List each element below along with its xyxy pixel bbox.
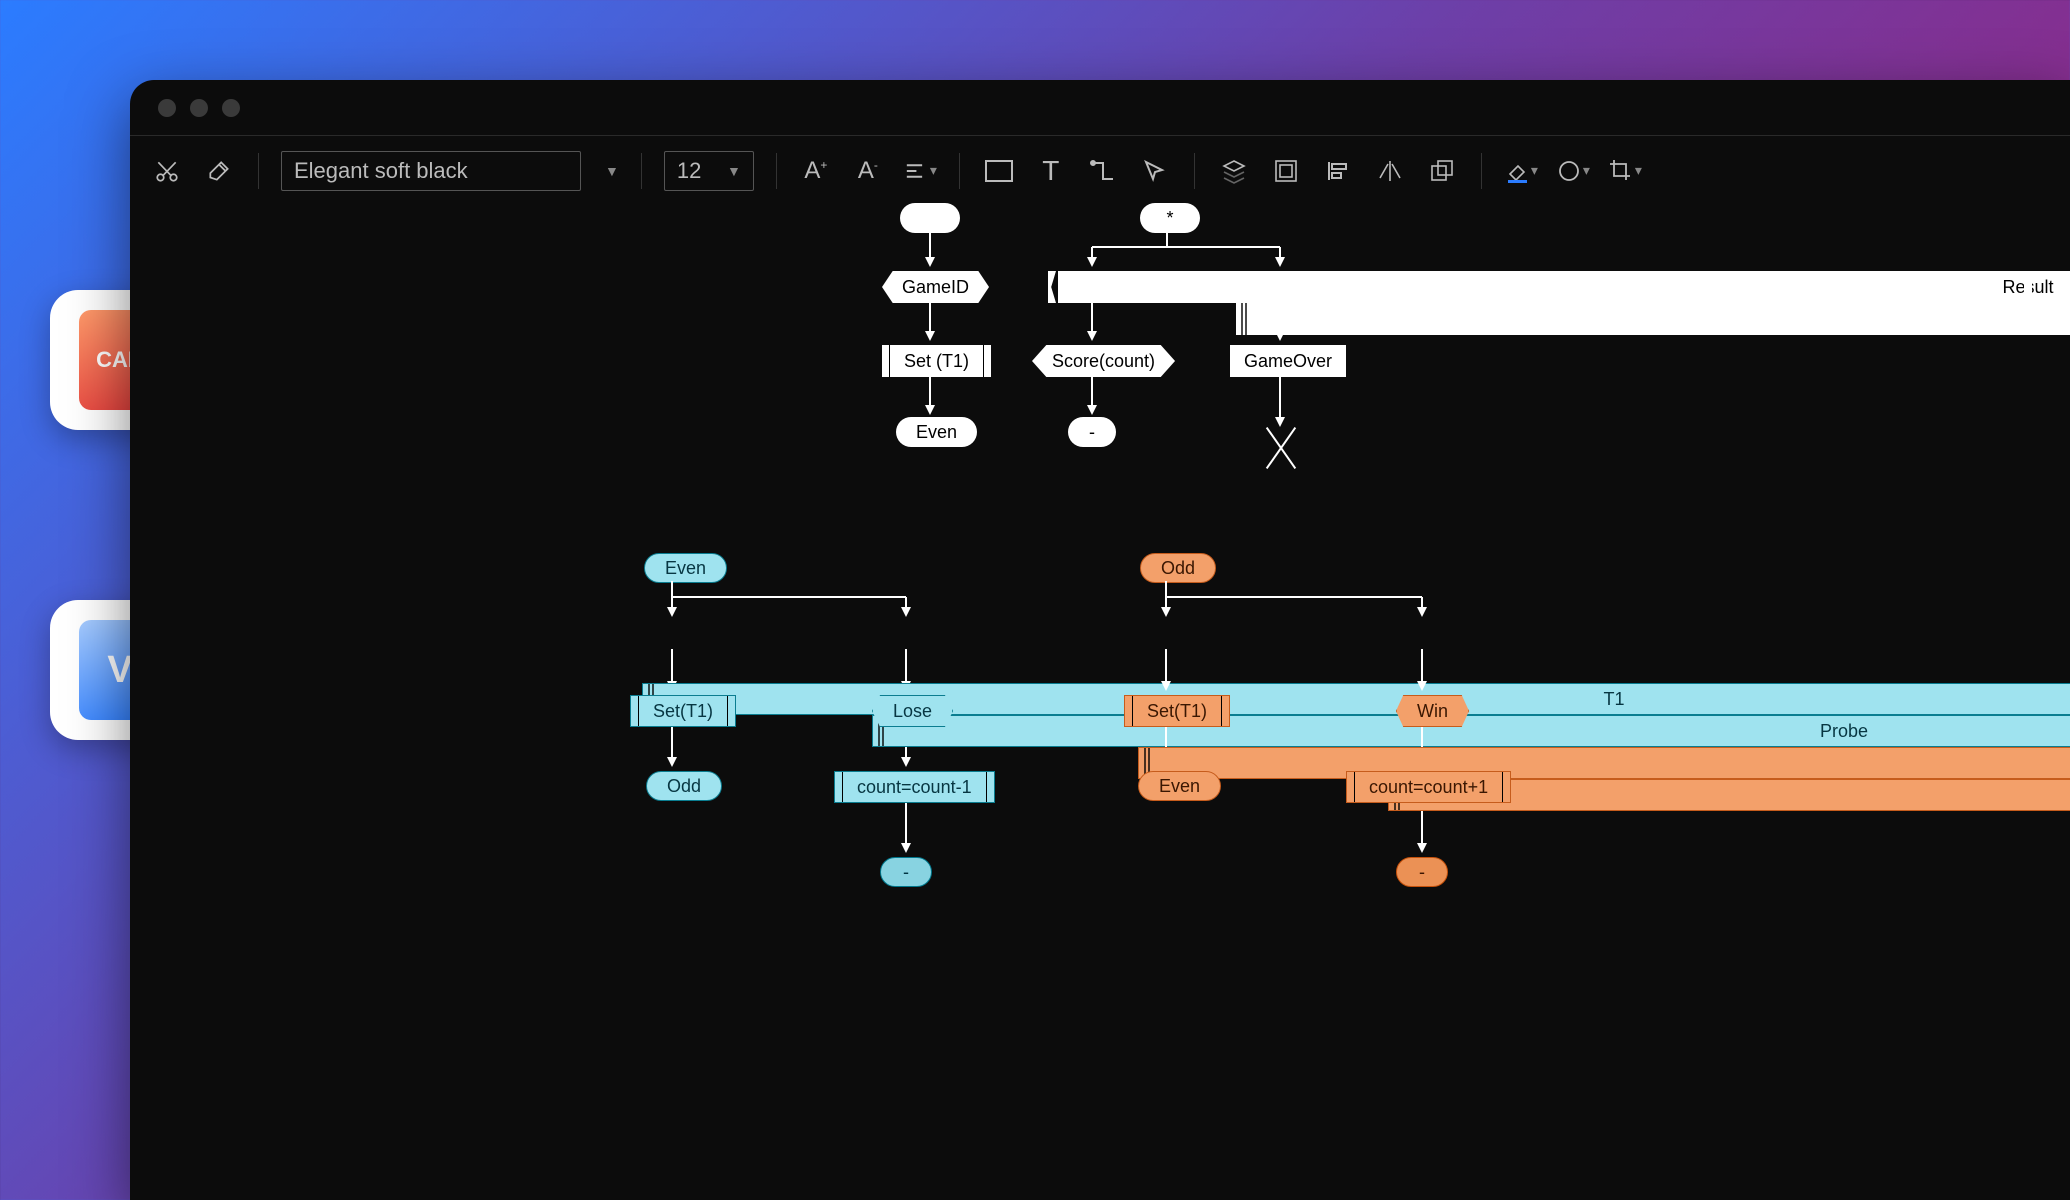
- pointer-tool[interactable]: [1138, 154, 1172, 188]
- font-family-select[interactable]: Elegant soft black: [281, 151, 581, 191]
- flip-button[interactable]: [1373, 154, 1407, 188]
- odd-even[interactable]: Even: [1138, 771, 1221, 801]
- crop-button[interactable]: ▾: [1608, 154, 1642, 188]
- odd-end[interactable]: -: [1396, 857, 1448, 887]
- decrease-font-button[interactable]: A-: [851, 154, 885, 188]
- font-size-select[interactable]: 12 ▼: [664, 151, 754, 191]
- node-set-t1[interactable]: Set (T1): [882, 345, 991, 377]
- even-set-t1[interactable]: Set(T1): [630, 695, 736, 727]
- title-bar: [130, 80, 2070, 135]
- even-odd[interactable]: Odd: [646, 771, 722, 801]
- odd-win[interactable]: Win: [1396, 695, 1469, 727]
- font-name: Elegant soft black: [294, 158, 468, 184]
- line-style-button[interactable]: ▾: [1556, 154, 1590, 188]
- cut-button[interactable]: [150, 154, 184, 188]
- traffic-light-max[interactable]: [222, 99, 240, 117]
- node-score[interactable]: Score(count): [1032, 345, 1175, 377]
- start-node[interactable]: [900, 203, 960, 233]
- node-even[interactable]: Even: [896, 417, 977, 447]
- node-gameover[interactable]: GameOver: [1230, 345, 1346, 377]
- even-count[interactable]: count=count-1: [834, 771, 995, 803]
- node-dash-1[interactable]: -: [1068, 417, 1116, 447]
- align-left-button[interactable]: [1321, 154, 1355, 188]
- duplicate-button[interactable]: [1425, 154, 1459, 188]
- terminate-x-icon: [1256, 423, 1306, 473]
- traffic-light-close[interactable]: [158, 99, 176, 117]
- format-painter-button[interactable]: [202, 154, 236, 188]
- odd-set-t1[interactable]: Set(T1): [1124, 695, 1230, 727]
- v-label: V: [107, 649, 132, 692]
- even-end[interactable]: -: [880, 857, 932, 887]
- app-window: Elegant soft black ▼ 12 ▼ A+ A- ▾ T ▾ ▾ …: [130, 80, 2070, 1200]
- toolbar: Elegant soft black ▼ 12 ▼ A+ A- ▾ T ▾ ▾ …: [130, 135, 2070, 205]
- node-gameid[interactable]: GameID: [882, 271, 989, 303]
- odd-count[interactable]: count=count+1: [1346, 771, 1511, 803]
- canvas[interactable]: GameID Set (T1) Even * Result Score(coun…: [130, 205, 2070, 1200]
- chevron-down-icon: ▼: [727, 163, 741, 179]
- fill-color-button[interactable]: ▾: [1504, 154, 1538, 188]
- connector-tool[interactable]: [1086, 154, 1120, 188]
- align-button[interactable]: ▾: [903, 154, 937, 188]
- node-result[interactable]: Result: [1058, 271, 2070, 303]
- traffic-light-min[interactable]: [190, 99, 208, 117]
- layers-button[interactable]: [1217, 154, 1251, 188]
- odd-t1[interactable]: T1: [1138, 747, 2070, 779]
- wire-top-branch: [1090, 205, 1390, 465]
- increase-font-button[interactable]: A+: [799, 154, 833, 188]
- chevron-down-icon: ▼: [605, 163, 619, 179]
- group-button[interactable]: [1269, 154, 1303, 188]
- even-probe[interactable]: Probe: [872, 715, 2070, 747]
- node-endgame[interactable]: EndGame: [1236, 303, 2070, 335]
- text-tool[interactable]: T: [1034, 154, 1068, 188]
- even-lose[interactable]: Lose: [872, 695, 953, 727]
- rectangle-tool[interactable]: [982, 154, 1016, 188]
- wire-even: [610, 553, 950, 963]
- font-size: 12: [677, 158, 701, 184]
